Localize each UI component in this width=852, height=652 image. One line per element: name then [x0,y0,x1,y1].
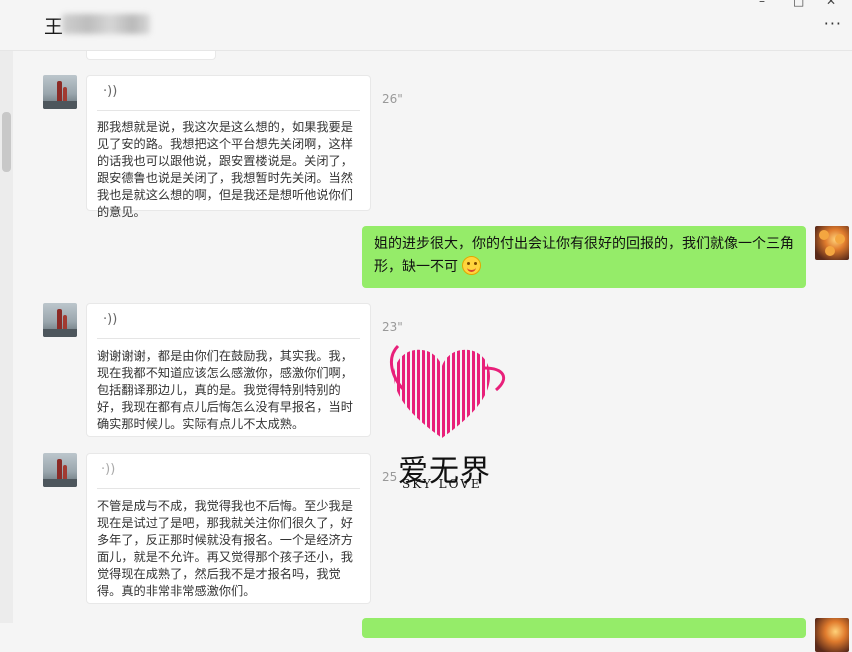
chat-title[interactable]: 王 [44,12,63,39]
chat-header: 王 – □ ✕ ··· [0,0,852,51]
voice-icon[interactable]: ·)) [103,312,117,327]
maximize-button[interactable]: □ [793,0,804,8]
grin-emoji-icon [462,256,482,275]
transcript-divider [97,110,360,111]
voice-icon[interactable]: ·)) [101,462,115,477]
self-avatar[interactable] [815,618,849,652]
transcript-divider [97,488,360,489]
voice-message-bubble[interactable]: ·)) 不管是成与不成，我觉得我也不后悔。至少我是现在是试过了是吧，那我就关注你… [86,453,371,604]
scrollbar-thumb[interactable] [2,112,11,172]
scrollbar-track[interactable] [0,50,13,623]
outgoing-text-bubble[interactable]: 姐的进步很大，你的付出会让你有很好的回报的，我们就像一个三角形，缺一不可 [362,226,806,288]
voice-transcript: 不管是成与不成，我觉得我也不后悔。至少我是现在是试过了是吧，那我就关注你们很久了… [97,499,353,598]
contact-avatar[interactable] [43,303,77,337]
more-options-icon[interactable]: ··· [824,14,842,33]
outgoing-text-bubble-partial[interactable] [362,618,806,638]
voice-transcript: 那我想就是说，我这次是这么想的，如果我要是见了安的路。我想把这个平台想先关闭啊，… [97,120,353,219]
contact-avatar[interactable] [43,75,77,109]
watermark-english-text: SKY LOVE [402,477,482,491]
voice-transcript: 谢谢谢谢，都是由你们在鼓励我，其实我。我，现在我都不知道应该怎么感激你，感激你们… [97,349,353,431]
voice-duration: 26" [382,92,403,106]
voice-message-bubble[interactable]: ·)) 谢谢谢谢，都是由你们在鼓励我，其实我。我，现在我都不知道应该怎么感激你，… [86,303,371,437]
voice-duration: 23" [382,320,403,334]
outgoing-text: 姐的进步很大，你的付出会让你有很好的回报的，我们就像一个三角形，缺一不可 [374,236,794,275]
blurred-contact-name [62,14,150,34]
voice-icon[interactable]: ·)) [103,84,117,99]
contact-avatar[interactable] [43,453,77,487]
voice-duration: 25 [382,470,398,484]
close-button[interactable]: ✕ [826,0,836,8]
heart-logo-icon [389,344,506,438]
minimize-button[interactable]: – [759,0,765,8]
self-avatar[interactable] [815,226,849,260]
voice-message-bubble[interactable]: ·)) 那我想就是说，我这次是这么想的，如果我要是见了安的路。我想把这个平台想先… [86,75,371,219]
transcript-divider [97,338,360,339]
